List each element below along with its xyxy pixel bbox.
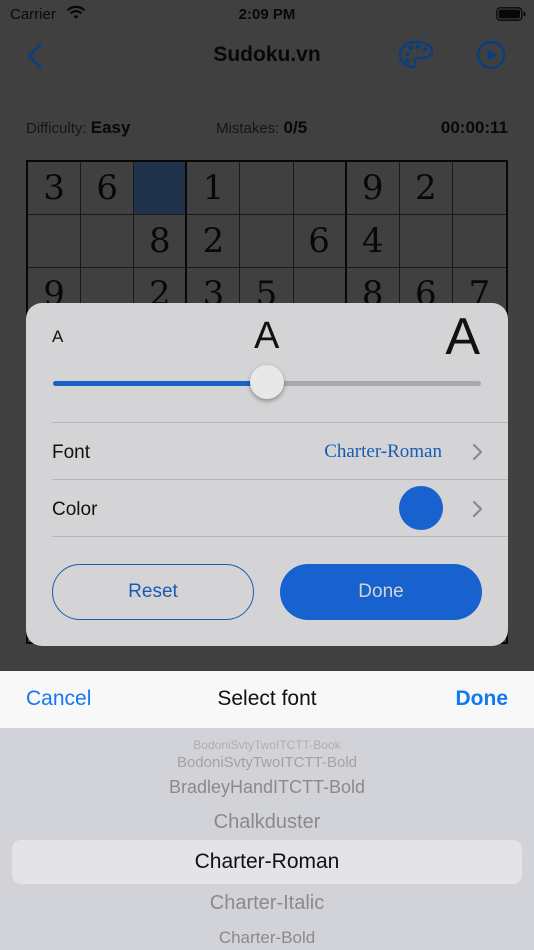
slider-thumb[interactable] bbox=[250, 365, 284, 399]
divider bbox=[52, 479, 508, 480]
picker-option[interactable]: Charter-Bold bbox=[0, 928, 534, 948]
picker-option[interactable]: BradleyHandITCTT-Bold bbox=[0, 777, 534, 798]
font-row-label: Font bbox=[52, 442, 91, 463]
color-swatch bbox=[399, 486, 443, 530]
divider bbox=[52, 422, 508, 423]
divider bbox=[52, 536, 508, 537]
picker-done-button[interactable]: Done bbox=[456, 687, 509, 711]
picker-option[interactable]: Charter-Italic bbox=[0, 892, 534, 915]
color-row-label: Color bbox=[52, 499, 98, 520]
font-size-medium-label: A bbox=[254, 315, 280, 357]
chevron-right-icon bbox=[470, 499, 484, 519]
picker-option[interactable]: Chalkduster bbox=[0, 811, 534, 834]
font-size-large-label: A bbox=[445, 308, 480, 366]
slider-fill bbox=[53, 381, 267, 386]
reset-button[interactable]: Reset bbox=[52, 564, 254, 620]
font-row-value: Charter-Roman bbox=[324, 441, 442, 462]
font-picker-toolbar: Cancel Select font Done bbox=[0, 671, 534, 728]
font-settings-panel: A A A Font Charter-Roman Color Reset Don… bbox=[26, 303, 508, 646]
chevron-right-icon bbox=[470, 442, 484, 462]
font-size-small-label: A bbox=[52, 327, 64, 346]
picker-option-selected[interactable]: Charter-Roman bbox=[0, 850, 534, 874]
panel-done-button[interactable]: Done bbox=[280, 564, 482, 620]
picker-option[interactable]: BodoniSvtyTwoITCTT-Book bbox=[0, 738, 534, 752]
picker-option[interactable]: BodoniSvtyTwoITCTT-Bold bbox=[0, 754, 534, 771]
font-size-slider[interactable] bbox=[53, 365, 481, 399]
font-picker-title: Select font bbox=[217, 687, 317, 710]
font-picker-wheel[interactable]: BodoniSvtyTwoITCTT-Book BodoniSvtyTwoITC… bbox=[0, 728, 534, 950]
